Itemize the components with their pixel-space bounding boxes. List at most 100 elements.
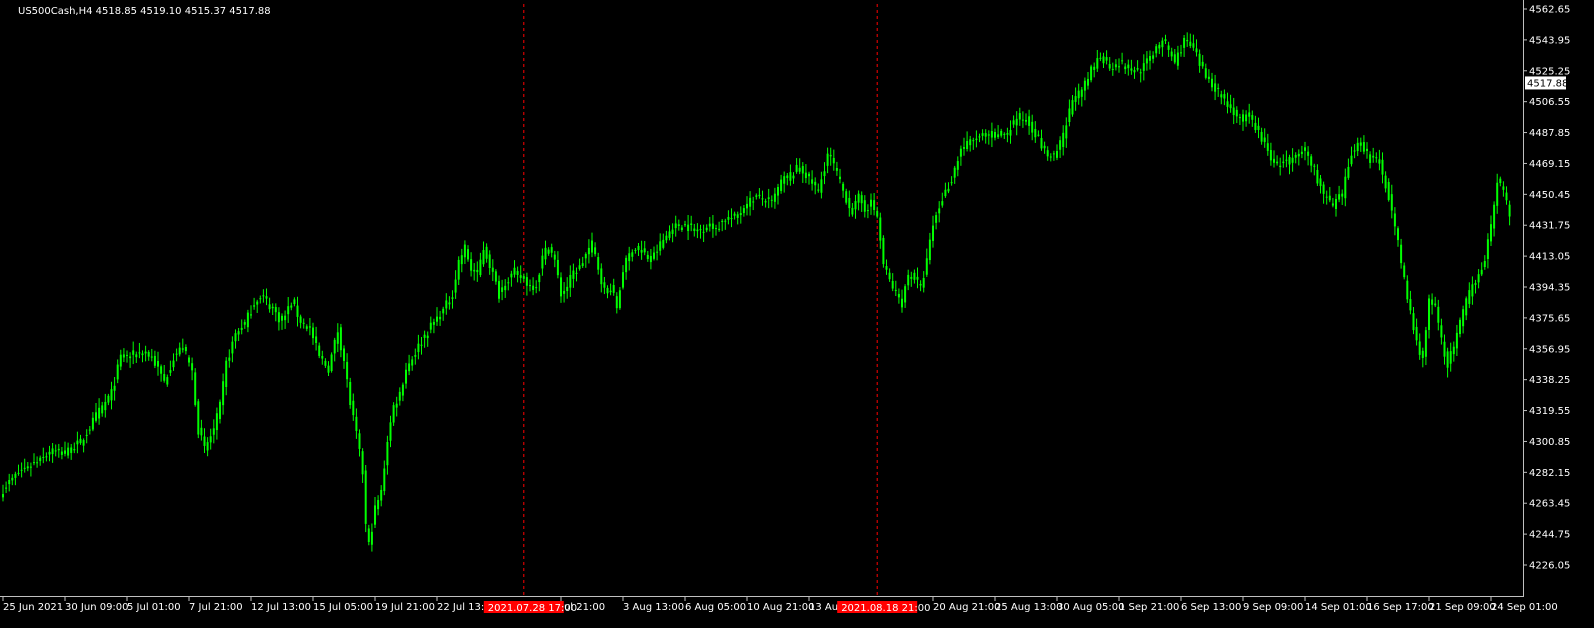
candle-body [1446,351,1449,368]
x-tick-label: 9 Sep 09:00 [1243,602,1303,613]
candle-body [1372,155,1375,158]
x-tick-label: 25 Jun 2021 [3,602,63,613]
candle-body [110,389,113,401]
candle-body [780,179,783,191]
candle-body [1183,37,1186,48]
candle-body [1164,39,1167,42]
candle-body [944,189,947,197]
candle-body [194,372,197,405]
candle-body [876,210,879,217]
candle-body [479,259,482,275]
candle-body [888,272,891,280]
candle-body [1195,48,1198,53]
candle-body [1496,182,1499,206]
candle-body [274,306,277,313]
candle-body [956,161,959,170]
candle-body [60,451,63,455]
candle-body [1161,40,1164,48]
candle-body [618,290,621,309]
candle-body [677,224,680,226]
candle-body [994,131,996,138]
candle-body [5,487,8,489]
x-tick-label: 6 Aug 05:00 [685,602,746,613]
x-tick-label: 20 Aug 21:00 [933,602,1000,613]
y-tick-label: 4431.75 [1529,221,1570,232]
candle-body [1276,161,1279,164]
candle-body [454,279,457,293]
candle-body [612,285,615,293]
candle-body [209,436,212,443]
candle-body [609,290,612,293]
candle-body [1124,66,1127,70]
candle-body [1012,120,1015,125]
candle-body [1130,68,1133,71]
candle-body [169,370,172,373]
candle-body [1108,64,1111,69]
candle-body [451,297,454,299]
candle-body [389,422,392,441]
candle-body [1121,60,1124,62]
candle-body [1248,112,1251,117]
chart-background [0,0,1594,628]
candle-body [513,267,516,275]
candle-body [1180,52,1182,54]
candle-body [832,157,835,164]
candle-body [386,441,389,466]
candle-body [1111,68,1114,70]
candle-body [851,207,854,215]
candle-body [634,249,637,251]
candle-body [1062,132,1065,148]
candle-body [1440,325,1443,338]
candle-body [1344,176,1347,199]
candle-body [225,360,228,387]
candle-body [191,363,194,371]
candle-body [82,440,85,446]
candle-body [333,339,336,354]
candle-body [445,300,448,309]
candle-body [488,254,491,269]
candle-body [702,231,705,233]
candle-body [51,448,54,455]
candle-body [302,322,305,324]
candle-body [823,171,826,177]
candle-body [85,434,88,436]
y-tick-label: 4244.75 [1529,530,1570,541]
candle-body [1353,150,1356,152]
candle-body [913,272,916,280]
price-chart[interactable]: 4562.65 4543.95 4525.25 4506.55 4487.85 4469.… [0,0,1594,628]
candle-body [411,359,414,366]
candle-body [423,334,426,338]
x-tick-label: 30 Jun 09:00 [65,602,129,613]
symbol-info: US500Cash,H4 4518.85 4519.10 4515.37 451… [18,6,271,17]
candle-body [70,447,73,453]
candle-body [566,286,569,291]
candle-body [1288,157,1291,165]
candle-body [721,220,724,222]
candle-body [1077,90,1080,99]
candle-body [377,500,380,510]
candle-body [1003,133,1006,135]
candle-body [891,280,894,289]
candle-body [420,344,423,346]
x-tick-label: 5 Jul 01:00 [127,602,181,613]
candle-body [1114,64,1117,68]
candle-body [966,141,969,149]
candle-body [147,351,150,357]
candle-body [1437,306,1440,323]
candle-body [587,247,590,255]
candle-body [842,183,845,191]
candle-body [160,366,163,374]
candle-body [556,259,559,276]
candle-body [2,494,4,498]
y-tick-label: 4375.65 [1529,313,1570,324]
candle-body [997,134,1000,138]
candle-body [578,265,581,269]
candle-body [346,361,349,380]
candle-body [107,395,110,403]
candle-body [405,369,407,384]
candle-body [1223,94,1226,99]
candle-body [1245,114,1248,122]
candle-body [1068,108,1071,123]
candle-body [1424,330,1427,357]
candle-body [246,312,249,328]
